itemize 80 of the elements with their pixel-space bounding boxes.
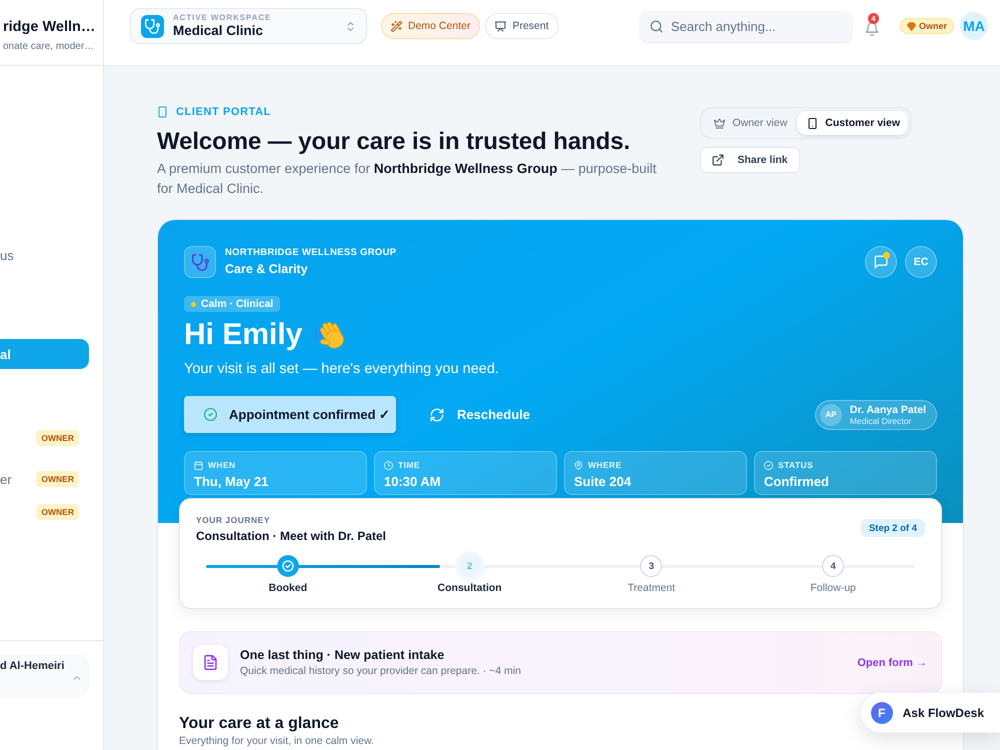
workspace-caption: ACTIVE WORKSPACE	[173, 13, 272, 23]
map-pin-icon	[574, 460, 583, 470]
eyebrow-label: CLIENT PORTAL	[176, 106, 271, 118]
share-link-button[interactable]: Share link	[700, 147, 800, 173]
external-link-icon	[712, 154, 724, 166]
provider-name: Dr. Aanya Patel	[850, 404, 926, 416]
phone-icon	[807, 118, 818, 128]
chat-button[interactable]	[865, 246, 897, 278]
refresh-icon	[430, 408, 444, 422]
step-label: Consultation	[438, 581, 502, 595]
provider-avatar: AP	[820, 404, 842, 426]
open-form-link[interactable]: Open form →	[857, 656, 927, 668]
dot-icon	[191, 302, 196, 306]
flowdesk-logo: F	[870, 702, 893, 724]
role-badge: OWNER	[36, 504, 79, 520]
workspace-switcher[interactable]: ACTIVE WORKSPACE Medical Clinic	[130, 8, 367, 44]
appointment-confirmed-button[interactable]: Appointment confirmed ✓	[184, 396, 396, 433]
chat-icon	[874, 255, 888, 269]
detail-label: TIME	[398, 460, 420, 470]
program-name: Care & Clarity	[225, 261, 308, 277]
org-name: NORTHBRIDGE WELLNESS GROUP	[225, 247, 396, 259]
workspace-name: Medical Clinic	[173, 23, 264, 39]
crown-icon	[714, 118, 726, 128]
document-icon	[193, 645, 228, 680]
nav-item[interactable]: us	[0, 248, 14, 262]
greeting-subtitle: Your visit is all set — here's everything you need.	[184, 361, 499, 377]
brand-tagline: onate care, moder…	[3, 41, 94, 52]
step-marker: 2	[458, 555, 481, 577]
step-marker: 3	[640, 555, 662, 577]
detail-value: Thu, May 21	[194, 474, 268, 490]
role-badge: OWNER	[36, 430, 79, 446]
waving-hand-icon	[314, 320, 344, 350]
wand-icon	[391, 20, 402, 32]
nav-item[interactable]: al	[0, 339, 89, 369]
bell-icon[interactable]	[864, 22, 879, 36]
present-button[interactable]: Present	[485, 13, 559, 39]
presentation-board-icon	[495, 20, 506, 32]
up-down-chevron-icon	[345, 20, 356, 32]
step-marker: 4	[822, 555, 844, 577]
journey-title: Consultation · Meet with Dr. Patel	[196, 529, 386, 544]
step-label: Treatment	[628, 581, 676, 595]
greeting: Hi Emily	[184, 317, 302, 353]
provider-role: Medical Director	[850, 416, 912, 426]
journey-caption: YOUR JOURNEY	[196, 515, 270, 525]
search-icon	[650, 20, 663, 32]
detail-label: WHEN	[208, 460, 236, 470]
section-title: Your care at a glance	[179, 714, 339, 733]
intake-text: Quick medical history so your provider can prepare. · ~4 min	[240, 664, 521, 678]
role-badge: OWNER	[36, 471, 79, 487]
clock-icon	[384, 460, 393, 470]
ask-flowdesk-button[interactable]: F Ask FlowDesk	[860, 692, 1000, 733]
stethoscope-icon	[184, 246, 216, 278]
view-tab[interactable]: Owner view	[704, 111, 796, 135]
section-subtitle: Everything for your visit, in one calm view.	[179, 735, 374, 747]
view-tab[interactable]: Customer view	[797, 111, 908, 135]
nav-item[interactable]: er	[0, 472, 12, 486]
reschedule-button[interactable]: Reschedule	[430, 396, 530, 433]
demo-center-button[interactable]: Demo Center	[381, 13, 480, 39]
detail-label: WHERE	[588, 460, 622, 470]
step-count-badge: Step 2 of 4	[860, 519, 925, 537]
calendar-icon	[194, 460, 203, 470]
intake-title: One last thing · New patient intake	[240, 647, 444, 663]
gem-icon	[906, 22, 916, 30]
user-menu[interactable]: d Al-Hemeiri	[0, 654, 89, 697]
detail-value: Suite 204	[574, 474, 632, 490]
search-field[interactable]: Search anything...	[640, 10, 852, 42]
theme-label: Calm · Clinical	[201, 298, 274, 310]
check-circle-icon	[204, 408, 217, 421]
page-subtitle: A premium customer experience for Northbridge Wellness Group — purpose-built for Medical Clinic.	[157, 160, 658, 198]
phone-icon	[157, 106, 168, 118]
detail-label: STATUS	[778, 460, 814, 470]
stethoscope-icon	[141, 14, 164, 38]
page-title: Welcome — your care is in trusted hands.	[157, 128, 630, 155]
detail-value: Confirmed	[764, 474, 829, 490]
detail-value: 10:30 AM	[384, 474, 441, 490]
step-label: Follow-up	[810, 581, 856, 595]
step-label: Booked	[268, 581, 308, 595]
check-circle-icon	[764, 460, 773, 470]
brand-name: ridge Welln…	[3, 18, 96, 36]
role-label: Owner	[918, 21, 947, 31]
